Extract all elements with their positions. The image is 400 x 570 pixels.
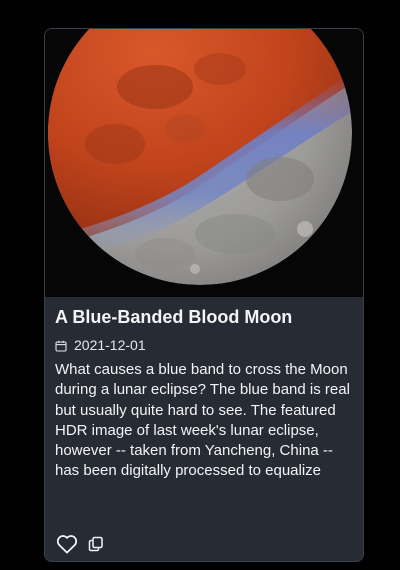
page: A Blue-Banded Blood Moon 2021-12-01 What… xyxy=(0,0,400,570)
heart-icon[interactable] xyxy=(55,533,79,555)
card-title: A Blue-Banded Blood Moon xyxy=(55,307,293,327)
card-date: 2021-12-01 xyxy=(74,337,146,353)
card-actions xyxy=(55,533,105,555)
moon-illustration xyxy=(45,29,363,297)
card-description: What causes a blue band to cross the Moo… xyxy=(55,361,350,480)
calendar-icon xyxy=(55,339,67,352)
moon-image[interactable] xyxy=(45,29,363,297)
date-row: 2021-12-01 xyxy=(55,336,146,354)
copy-icon[interactable] xyxy=(87,535,105,553)
apod-card[interactable]: A Blue-Banded Blood Moon 2021-12-01 What… xyxy=(44,28,364,562)
